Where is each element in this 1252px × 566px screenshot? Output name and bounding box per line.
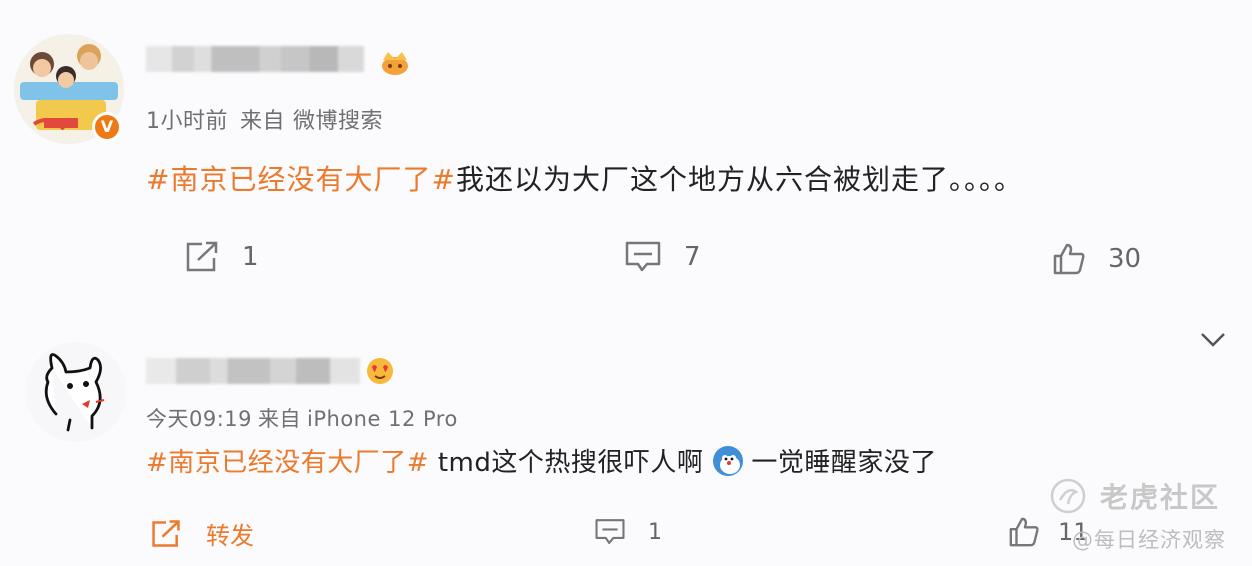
source-prefix: 来自 — [258, 407, 302, 431]
tiger-logo-icon — [1050, 478, 1086, 514]
repost-icon — [186, 241, 218, 272]
like-icon — [1053, 243, 1085, 275]
comment-button[interactable]: 7 — [624, 240, 701, 274]
watermark-tiger-community: 老虎社区 — [1050, 476, 1220, 516]
heart-eyes-emoji-icon — [364, 354, 396, 386]
post-source[interactable]: 微博搜索 — [293, 109, 383, 134]
repost-label: 转发 — [206, 522, 254, 550]
comment-count: 7 — [684, 242, 701, 272]
username-blurred[interactable] — [146, 358, 360, 384]
watermark-tiger-text: 老虎社区 — [1100, 481, 1221, 514]
username-blurred[interactable] — [146, 46, 364, 72]
post-time: 1小时前 — [146, 109, 228, 134]
comment-icon — [625, 241, 661, 272]
post-meta: 1小时前 来自 微博搜索 — [146, 103, 395, 135]
repost-button[interactable]: 转发 — [150, 516, 254, 551]
like-icon — [1009, 517, 1039, 547]
post-source[interactable]: iPhone 12 Pro — [307, 407, 458, 431]
comment-button[interactable]: 1 — [594, 517, 662, 547]
post-text-tail: 一觉睡醒家没了 — [751, 448, 937, 478]
chevron-down-icon[interactable] — [1198, 326, 1228, 352]
post-text: tmd这个热搜很吓人啊 — [429, 448, 704, 478]
repost-icon — [152, 519, 180, 547]
comment-count: 1 — [648, 519, 662, 545]
post-text: 我还以为大厂这个地方从六合被划走了。。。。 — [455, 163, 1023, 196]
post-content: #南京已经没有大厂了# tmd这个热搜很吓人啊 一觉睡醒家没了 — [146, 442, 937, 479]
hashtag-link[interactable]: #南京已经没有大厂了# — [146, 163, 456, 196]
repost-button[interactable]: 1 — [184, 240, 259, 274]
post-content: #南京已经没有大厂了#我还以为大厂这个地方从六合被划走了。。。。 — [146, 158, 1023, 198]
comment-icon — [595, 519, 625, 545]
verified-badge-icon: V — [92, 112, 122, 142]
avatar[interactable] — [26, 342, 126, 442]
crown-emoji-icon — [380, 48, 410, 76]
like-count: 30 — [1108, 244, 1142, 274]
post-time: 今天09:19 — [146, 407, 253, 431]
source-prefix: 来自 — [240, 109, 286, 134]
like-button[interactable]: 30 — [1052, 242, 1141, 276]
hashtag-link[interactable]: #南京已经没有大厂了# — [146, 442, 429, 479]
watermark-nbd: @每日经济观察 — [1072, 528, 1226, 552]
doge-emoji-icon — [711, 444, 745, 478]
post-meta: 今天09:19 来自 iPhone 12 Pro — [146, 403, 464, 433]
repost-count: 1 — [242, 242, 259, 272]
